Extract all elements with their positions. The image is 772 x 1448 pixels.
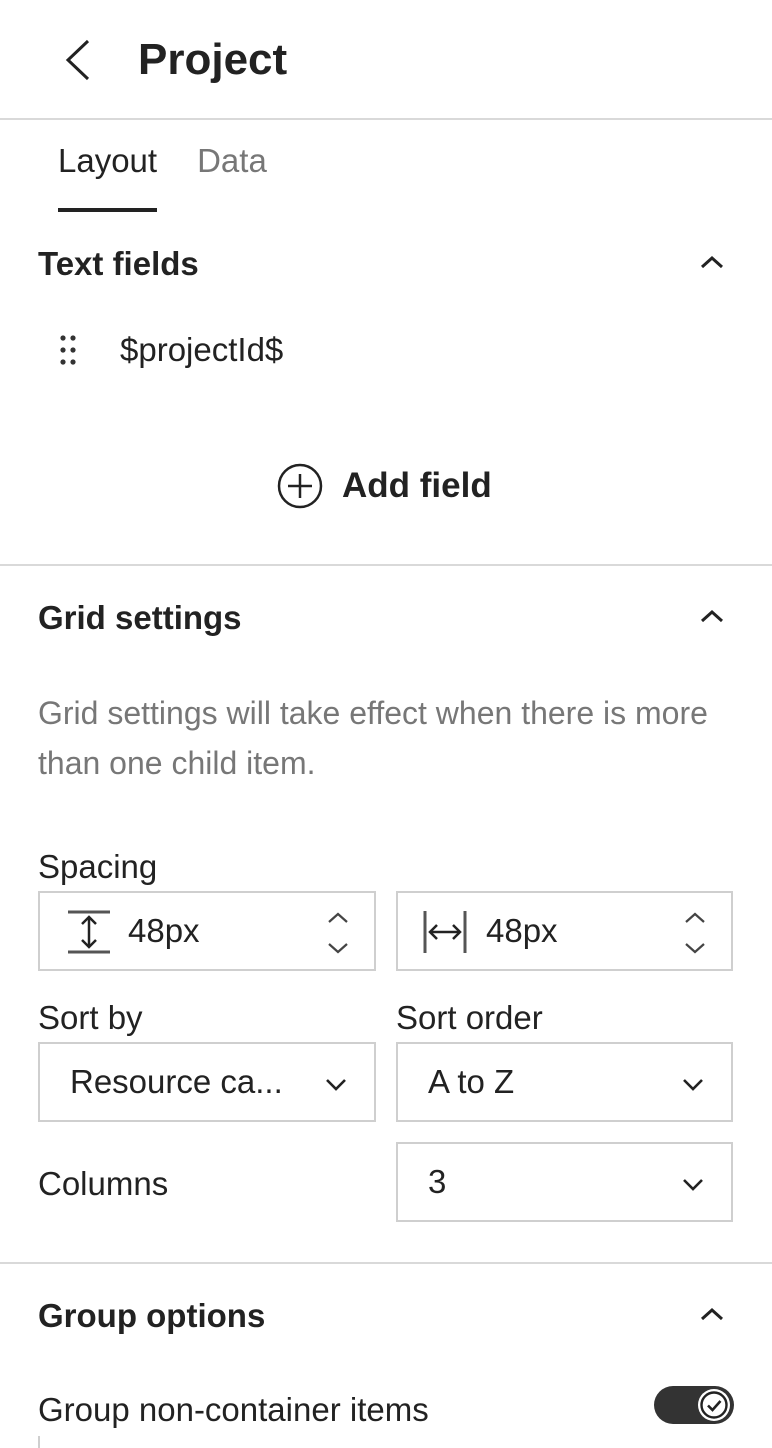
- chevron-up-icon[interactable]: [327, 911, 349, 924]
- page-title: Project: [138, 35, 288, 84]
- text-field-item: $projectId$: [52, 322, 283, 378]
- back-button[interactable]: [52, 34, 104, 86]
- columns-value: 3: [428, 1163, 447, 1200]
- properties-panel: Project Layout Data Text fields $project…: [0, 0, 772, 1448]
- horizontal-spacing-value[interactable]: 48px: [486, 912, 558, 950]
- vertical-spacing-icon: [68, 910, 110, 954]
- sort-order-value: A to Z: [428, 1063, 515, 1100]
- grid-settings-collapse-button[interactable]: [692, 596, 732, 636]
- add-field-label: Add field: [342, 466, 492, 505]
- sort-order-label: Sort order: [396, 999, 543, 1036]
- drag-handle[interactable]: [52, 330, 84, 370]
- chevron-down-icon: [683, 1179, 703, 1191]
- spacing-label: Spacing: [38, 848, 158, 885]
- columns-label: Columns: [38, 1165, 169, 1202]
- panel-header: Project: [0, 0, 772, 120]
- text-fields-heading: Text fields: [38, 245, 199, 282]
- grid-settings-heading: Grid settings: [38, 599, 242, 636]
- grid-settings-help: Grid settings will take effect when ther…: [38, 695, 708, 781]
- chevron-down-icon[interactable]: [327, 942, 349, 955]
- group-non-container-toggle[interactable]: [654, 1386, 734, 1424]
- vertical-spacing-value[interactable]: 48px: [128, 912, 200, 950]
- check-icon: [700, 1391, 728, 1419]
- plus-circle-icon: [277, 463, 323, 509]
- chevron-up-icon: [700, 1307, 724, 1321]
- section-divider: [0, 564, 772, 566]
- group-options-heading: Group options: [38, 1297, 266, 1334]
- horizontal-spacing-icon: [423, 911, 467, 953]
- chevron-down-icon[interactable]: [684, 942, 706, 955]
- sort-order-select[interactable]: A to Z: [396, 1042, 733, 1122]
- sort-by-value: Resource ca...: [70, 1063, 283, 1100]
- sort-by-select[interactable]: Resource ca...: [38, 1042, 376, 1122]
- group-non-container-label: Group non-container items: [38, 1391, 429, 1428]
- vertical-spacing-stepper[interactable]: 48px: [38, 891, 376, 971]
- toggle-knob: [698, 1389, 730, 1421]
- columns-select[interactable]: 3: [396, 1142, 733, 1222]
- chevron-down-icon: [326, 1079, 346, 1091]
- section-divider: [0, 1262, 772, 1264]
- nested-indent-line: [38, 1436, 40, 1448]
- chevron-left-icon: [65, 39, 90, 81]
- drag-dots-icon: [60, 335, 76, 365]
- vertical-spacing-arrows[interactable]: [326, 911, 350, 955]
- horizontal-spacing-arrows[interactable]: [683, 911, 707, 955]
- group-options-collapse-button[interactable]: [692, 1294, 732, 1334]
- tab-layout[interactable]: Layout: [38, 136, 177, 212]
- chevron-down-icon: [683, 1079, 703, 1091]
- text-field-label[interactable]: $projectId$: [120, 331, 283, 369]
- horizontal-spacing-stepper[interactable]: 48px: [396, 891, 733, 971]
- chevron-up-icon[interactable]: [684, 911, 706, 924]
- add-field-button[interactable]: Add field: [276, 458, 492, 514]
- text-fields-collapse-button[interactable]: [692, 242, 732, 282]
- sort-by-label: Sort by: [38, 999, 143, 1036]
- chevron-up-icon: [700, 609, 724, 623]
- tab-data[interactable]: Data: [177, 136, 287, 200]
- tab-bar: Layout Data: [38, 136, 287, 212]
- chevron-up-icon: [700, 255, 724, 269]
